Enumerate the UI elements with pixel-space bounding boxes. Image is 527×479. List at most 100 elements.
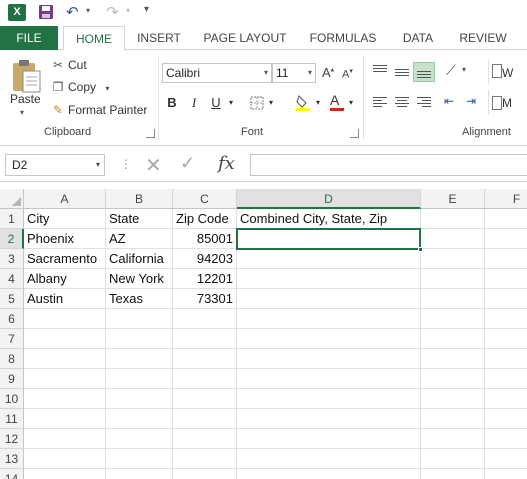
bold-button[interactable]: B [164,94,180,112]
align-left-icon[interactable] [372,96,388,110]
grid-cell[interactable] [421,409,485,429]
grid-cell[interactable] [106,329,173,349]
grid-cell[interactable] [421,469,485,479]
grid-cell[interactable] [421,429,485,449]
grid-cell[interactable] [24,429,106,449]
grid-cell[interactable] [237,349,421,369]
font-size-select[interactable]: 11 ▾ [272,63,316,83]
tab-formulas[interactable]: FORMULAS [306,26,380,50]
underline-button[interactable]: U [208,94,224,112]
cell-a3[interactable]: Sacramento [24,249,106,269]
underline-dropdown-icon[interactable]: ▾ [226,94,236,112]
undo-icon[interactable]: ↶ [66,3,79,21]
redo-icon[interactable]: ↷ [106,3,119,21]
grid-cell[interactable] [485,229,527,249]
cell-a4[interactable]: Albany [24,269,106,289]
cell-c2[interactable]: 85001 [173,229,237,249]
column-header-e[interactable]: E [421,189,485,209]
grid-cell[interactable] [237,249,421,269]
increase-font-size-icon[interactable]: A▴ [322,65,334,80]
column-header-b[interactable]: B [106,189,173,209]
cell-b3[interactable]: California [106,249,173,269]
grid-cell[interactable] [173,309,237,329]
copy-dropdown-icon[interactable]: ▾ [105,84,109,93]
grid-cell[interactable] [24,409,106,429]
cell-c1[interactable]: Zip Code [173,209,237,229]
grid-cell[interactable] [106,349,173,369]
grid-cell[interactable] [237,469,421,479]
grid-cell[interactable] [485,469,527,479]
grid-cell[interactable] [421,209,485,229]
fill-handle[interactable] [418,247,423,252]
tab-insert[interactable]: INSERT [134,26,184,50]
paste-button[interactable]: Paste [10,92,41,106]
row-header-5[interactable]: 5 [0,289,24,309]
tab-home[interactable]: HOME [63,26,125,51]
fill-color-icon[interactable] [295,94,311,112]
tab-data[interactable]: DATA [396,26,440,50]
grid-cell[interactable] [106,469,173,479]
grid-cell[interactable] [421,349,485,369]
decrease-indent-icon[interactable]: ⇤ [444,94,454,108]
grid-cell[interactable] [421,269,485,289]
grid-cell[interactable] [237,429,421,449]
align-right-icon[interactable] [416,96,432,110]
grid-cell[interactable] [421,309,485,329]
cell-c3[interactable]: 94203 [173,249,237,269]
grid-cell[interactable] [24,469,106,479]
cell-a5[interactable]: Austin [24,289,106,309]
column-header-a[interactable]: A [24,189,106,209]
redo-dropdown-icon[interactable]: ▾ [126,6,130,15]
border-icon[interactable] [250,96,264,110]
grid-cell[interactable] [421,289,485,309]
name-box[interactable]: D2 ▾ [5,154,105,176]
cell-b1[interactable]: State [106,209,173,229]
cell-b5[interactable]: Texas [106,289,173,309]
grid-cell[interactable] [24,449,106,469]
grid-cell[interactable] [173,409,237,429]
column-header-c[interactable]: C [173,189,237,209]
select-all-button[interactable] [0,189,24,209]
grid-cell[interactable] [106,449,173,469]
grid-cell[interactable] [237,329,421,349]
cut-button[interactable]: ✂ Cut [50,56,87,74]
grid-cell[interactable] [421,369,485,389]
wrap-text-icon[interactable] [492,64,502,78]
cell-c4[interactable]: 12201 [173,269,237,289]
bottom-align-icon[interactable] [416,66,432,80]
grid-cell[interactable] [173,349,237,369]
row-header-7[interactable]: 7 [0,329,24,349]
grid-cell[interactable] [173,469,237,479]
row-header-4[interactable]: 4 [0,269,24,289]
grid-cell[interactable] [173,369,237,389]
row-header-3[interactable]: 3 [0,249,24,269]
grid-cell[interactable] [421,329,485,349]
row-header-10[interactable]: 10 [0,389,24,409]
cell-a2[interactable]: Phoenix [24,229,106,249]
increase-indent-icon[interactable]: ⇥ [466,94,476,108]
middle-align-icon[interactable] [394,66,410,80]
wrap-text-button[interactable]: W [502,66,513,80]
grid-cell[interactable] [485,269,527,289]
grid-cell[interactable] [485,249,527,269]
grid-cell[interactable] [24,329,106,349]
font-color-icon[interactable]: A [330,92,344,112]
grid-cell[interactable] [24,389,106,409]
font-name-select[interactable]: Calibri ▾ [162,63,272,83]
column-header-d[interactable]: D [237,189,421,209]
grid-cell[interactable] [485,329,527,349]
worksheet-grid[interactable]: A B C D E F 1 2 3 4 5 6 7 8 9 10 11 12 1… [0,189,527,479]
grid-cell[interactable] [485,449,527,469]
grid-cell[interactable] [173,389,237,409]
grid-cell[interactable] [173,449,237,469]
top-align-icon[interactable] [372,64,388,78]
formula-bar-grip-icon[interactable]: ⋮ [120,157,132,171]
cell-a1[interactable]: City [24,209,106,229]
orientation-icon[interactable]: ⟋ [446,62,456,79]
row-header-14[interactable]: 14 [0,469,24,479]
active-cell-d2[interactable] [236,228,421,250]
column-header-f[interactable]: F [485,189,527,209]
font-launcher-icon[interactable] [350,129,359,138]
grid-cell[interactable] [485,389,527,409]
cell-d1[interactable]: Combined City, State, Zip [237,209,421,229]
